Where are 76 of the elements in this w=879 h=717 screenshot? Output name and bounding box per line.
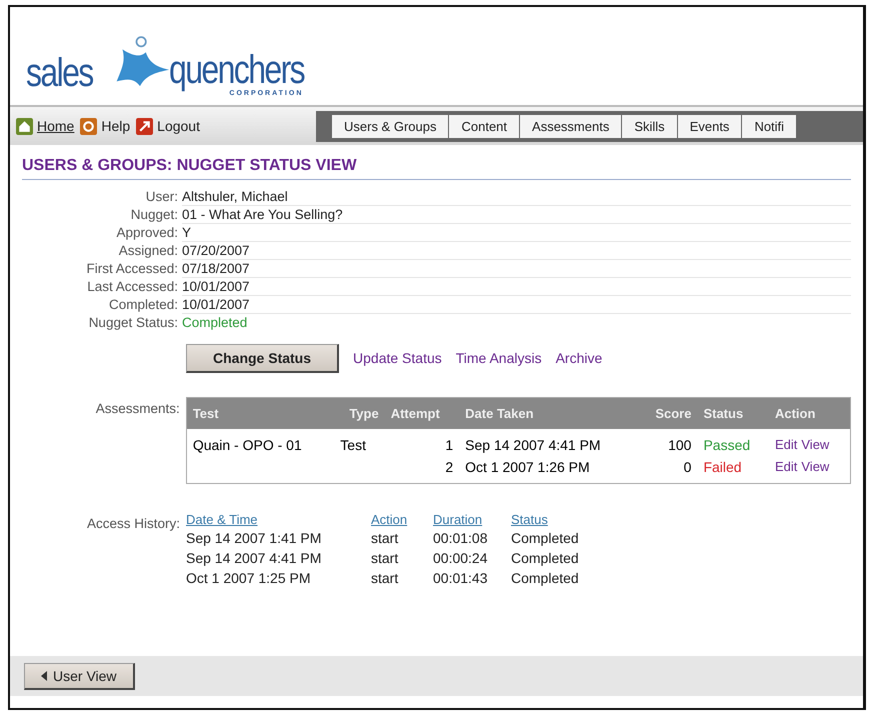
back-arrow-icon bbox=[41, 670, 47, 680]
table-cell: 100 bbox=[668, 436, 692, 452]
column-header: Test bbox=[186, 397, 334, 428]
table-cell: Oct 1 2007 1:26 PM bbox=[465, 458, 590, 474]
home-icon bbox=[16, 118, 33, 134]
field-label: Nugget Status: bbox=[88, 314, 179, 332]
table-cell-text: Oct 1 2007 1:25 PM bbox=[186, 568, 312, 588]
status-text: Failed bbox=[703, 458, 742, 474]
table-cell: 0 bbox=[684, 458, 692, 474]
page-title: USERS & GROUPS: NUGGET STATUS VIEW bbox=[22, 157, 851, 180]
row-link[interactable]: View bbox=[801, 458, 830, 474]
column-header: Date Taken bbox=[459, 397, 639, 428]
column-header: Score bbox=[638, 397, 698, 428]
change-status-button[interactable]: Change Status bbox=[186, 344, 340, 372]
nav-tab[interactable]: Users & Groups bbox=[332, 114, 450, 138]
table-cell: Test bbox=[340, 436, 366, 452]
row-link[interactable]: Edit bbox=[774, 458, 798, 474]
logo-text: sales bbox=[26, 53, 93, 93]
field-label: Assigned: bbox=[118, 242, 179, 260]
table-cell: Quain - OPO - 01 bbox=[192, 436, 302, 452]
table-cell: 1 bbox=[445, 436, 454, 452]
field-label: User: bbox=[144, 188, 179, 206]
section-label: Assessments: bbox=[94, 400, 180, 418]
nav-tab[interactable]: Events bbox=[678, 114, 742, 138]
field-label: Last Accessed: bbox=[86, 278, 179, 296]
table-cell-text: 00:01:08 bbox=[433, 528, 488, 548]
field-value: 07/20/2007 bbox=[182, 242, 851, 260]
field-label: Nugget: bbox=[130, 206, 179, 224]
table-cell-text: Completed bbox=[511, 528, 579, 548]
nav-link[interactable]: Help bbox=[101, 118, 130, 134]
nav-tab[interactable]: Assessments bbox=[520, 114, 622, 138]
section-label: Access History: bbox=[86, 514, 180, 533]
logout-icon bbox=[136, 118, 154, 134]
user-view-button[interactable]: User View bbox=[24, 662, 135, 690]
field-value: Altshuler, Michael bbox=[182, 188, 851, 206]
status-text: Passed bbox=[703, 436, 750, 452]
table-cell-text: start bbox=[371, 548, 400, 568]
column-header-link[interactable]: Duration bbox=[433, 512, 511, 528]
column-header: Attempt bbox=[384, 397, 460, 428]
page-link[interactable]: Archive bbox=[556, 350, 602, 366]
table-cell-text: Completed bbox=[511, 548, 579, 568]
field-value: Y bbox=[182, 224, 851, 242]
table-cell-text: 00:01:43 bbox=[433, 568, 488, 588]
row-link[interactable]: View bbox=[801, 436, 830, 452]
column-header-link[interactable]: Date & Time bbox=[186, 512, 371, 528]
table-cell-text: Sep 14 2007 1:41 PM bbox=[186, 528, 322, 548]
column-header: Type bbox=[334, 397, 385, 428]
table-cell: Sep 14 2007 4:41 PM bbox=[465, 436, 601, 452]
column-header-link[interactable]: Status bbox=[511, 512, 579, 528]
nav-link[interactable]: Logout bbox=[157, 118, 200, 134]
field-label: First Accessed: bbox=[85, 260, 179, 278]
help-icon bbox=[80, 118, 98, 134]
table-cell: 2 bbox=[445, 458, 454, 474]
field-value: 10/01/2007 bbox=[182, 278, 851, 296]
table-cell-text: start bbox=[371, 568, 400, 588]
field-label: Approved: bbox=[115, 224, 179, 242]
row-link[interactable]: Edit bbox=[774, 436, 798, 452]
nav-tab[interactable]: Skills bbox=[622, 114, 678, 138]
page-link[interactable]: Update Status bbox=[353, 350, 442, 366]
nav-tab[interactable]: Content bbox=[449, 114, 520, 138]
field-value: 07/18/2007 bbox=[182, 260, 851, 278]
field-value: 10/01/2007 bbox=[182, 296, 851, 314]
table-cell-text: 00:00:24 bbox=[433, 548, 488, 568]
column-header: Status bbox=[697, 397, 769, 428]
logo-text: quenchers bbox=[169, 50, 304, 90]
page-link[interactable]: Time Analysis bbox=[456, 350, 542, 366]
field-value: 01 - What Are You Selling? bbox=[182, 206, 851, 224]
table-cell-text: Completed bbox=[511, 568, 579, 588]
nav-tab[interactable]: Notifi bbox=[742, 114, 798, 138]
nav-link[interactable]: Home bbox=[37, 118, 74, 134]
column-header: Action bbox=[768, 397, 850, 428]
table-cell-text: Sep 14 2007 4:41 PM bbox=[186, 548, 322, 568]
field-value: Completed bbox=[182, 314, 248, 332]
column-header-link[interactable]: Action bbox=[371, 512, 433, 528]
field-label: Completed: bbox=[108, 296, 179, 314]
table-cell-text: start bbox=[371, 528, 400, 548]
